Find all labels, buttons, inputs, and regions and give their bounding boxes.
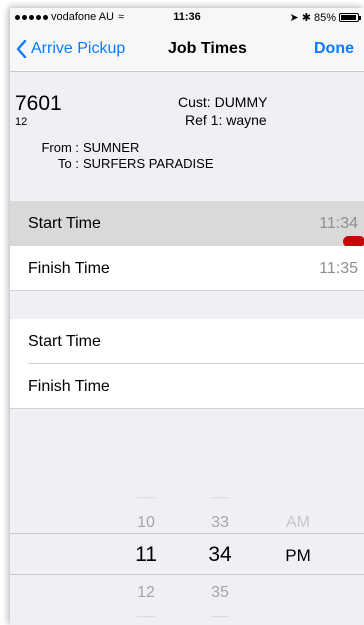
to-label: To : <box>58 156 79 171</box>
signal-icon <box>15 14 48 20</box>
finish-time-label: Finish Time <box>28 378 110 395</box>
phone-screen: vodafone AU ≈ 11:36 ➤ ✱ 85% Arrive Picku… <box>10 8 364 625</box>
start-time-row-1[interactable]: Start Time 11:34 <box>10 201 364 246</box>
start-time-row-2[interactable]: Start Time <box>10 319 364 364</box>
back-label: Arrive Pickup <box>31 40 126 57</box>
carrier-name: vodafone AU <box>51 11 114 23</box>
pm-selected[interactable]: PM <box>268 546 328 566</box>
location-icon: ➤ <box>289 12 299 24</box>
picker-faded-value: —— <box>137 492 155 502</box>
wifi-icon: ≈ <box>118 11 125 23</box>
customer-label: Cust: <box>178 94 211 110</box>
battery-icon <box>339 13 361 22</box>
status-bar: vodafone AU ≈ 11:36 ➤ ✱ 85% <box>10 8 364 26</box>
job-sub-number: 12 <box>15 116 28 128</box>
back-button[interactable]: Arrive Pickup <box>16 40 125 58</box>
reference-label: Ref 1: <box>185 112 223 128</box>
hour-option[interactable]: 10 <box>116 514 176 532</box>
minute-option[interactable]: 35 <box>190 584 250 602</box>
carrier-area: vodafone AU ≈ <box>15 11 124 23</box>
hour-selected[interactable]: 11 <box>116 543 176 567</box>
picker-faded-value: —— <box>211 611 229 621</box>
from-label: From : <box>41 140 79 155</box>
minute-selected[interactable]: 34 <box>190 543 250 567</box>
start-time-label: Start Time <box>28 333 101 350</box>
finish-time-value: 11:35 <box>319 260 358 277</box>
from-line: From : SUMNER <box>25 140 139 155</box>
battery-percent: 85% <box>313 11 336 24</box>
page-title: Job Times <box>168 40 247 57</box>
from-value: SUMNER <box>83 140 140 155</box>
customer-value: DUMMY <box>214 94 268 110</box>
status-right: ➤ ✱ 85% <box>289 11 361 24</box>
finish-time-row-1[interactable]: Finish Time 11:35 <box>10 246 364 291</box>
finish-time-label: Finish Time <box>28 260 110 277</box>
customer-line: Cust: DUMMY <box>178 94 267 110</box>
start-time-label: Start Time <box>28 215 101 232</box>
to-line: To : SURFERS PARADISE <box>25 156 214 171</box>
minute-option[interactable]: 33 <box>190 514 250 532</box>
hour-option[interactable]: 12 <box>116 584 176 602</box>
finish-time-row-2[interactable]: Finish Time <box>10 364 364 409</box>
picker-faded-value: —— <box>211 492 229 502</box>
time-picker[interactable]: —— 10 11 12 —— —— 33 34 35 —— AM PM <box>10 448 364 625</box>
job-header: 7601 12 Cust: DUMMY Ref 1: wayne From : S… <box>10 72 364 200</box>
reference-line: Ref 1: wayne <box>185 112 267 128</box>
am-option[interactable]: AM <box>268 514 328 532</box>
chevron-left-icon <box>16 40 27 58</box>
to-value: SURFERS PARADISE <box>83 156 214 171</box>
picker-faded-value: —— <box>137 611 155 621</box>
done-button[interactable]: Done <box>314 40 354 58</box>
navigation-bar: Arrive Pickup Job Times Done <box>10 26 364 72</box>
start-time-value: 11:34 <box>319 215 358 232</box>
bluetooth-icon: ✱ <box>301 12 311 24</box>
reference-value: wayne <box>226 112 267 128</box>
job-number: 7601 <box>15 92 62 115</box>
